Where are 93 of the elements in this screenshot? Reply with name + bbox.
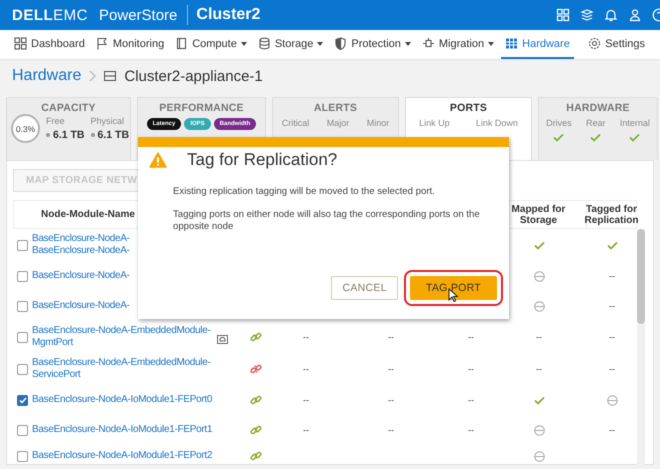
nav-tab[interactable]: Compute — [171, 30, 251, 59]
column-header: Tagged for Replication — [584, 204, 638, 226]
stat-label: Physical — [90, 116, 126, 126]
stack-icon[interactable] — [580, 8, 594, 22]
settings-icon — [588, 37, 602, 50]
brand-logo: DELLEMC — [12, 6, 88, 24]
card-title: CAPACITY — [41, 102, 96, 114]
stat-value: 6.1 TB — [98, 129, 130, 141]
database-icon — [258, 37, 271, 50]
grid-icon[interactable] — [556, 8, 570, 22]
table-cell: -- — [468, 332, 474, 342]
card-title: HARDWARE — [566, 102, 630, 114]
card-title: PERFORMANCE — [159, 102, 244, 114]
appliance-icon — [104, 71, 116, 81]
row-checkbox[interactable] — [17, 240, 28, 250]
card-title: ALERTS — [314, 102, 358, 114]
table-cell: -- — [609, 364, 615, 374]
row-checkbox[interactable] — [17, 394, 28, 406]
nav-tab[interactable]: Monitoring — [92, 30, 168, 59]
product-name: PowerStore — [99, 6, 178, 24]
page-title: Cluster2-appliance-1 — [124, 68, 263, 84]
nav-tab[interactable]: Storage — [254, 30, 328, 59]
row-checkbox[interactable] — [17, 424, 28, 436]
table-cell: -- — [609, 332, 615, 342]
table-cell: -- — [303, 425, 309, 435]
table-cell: -- — [468, 395, 474, 405]
bell-icon[interactable] — [604, 8, 618, 22]
port-name-link[interactable]: BaseEnclosure-NodeA-EmbeddedModule- MgmtPort — [32, 325, 210, 349]
row-checkbox[interactable] — [17, 450, 28, 462]
legend-dot — [46, 133, 50, 137]
nav-tab[interactable]: Protection — [330, 30, 415, 59]
status-label: Drives — [546, 118, 572, 128]
port-name-link[interactable]: BaseEnclosure-NodeA-IoModule1-FEPort2 — [32, 450, 212, 462]
metric-label: Minor — [366, 118, 390, 128]
table-cell: -- — [609, 425, 615, 435]
cancel-button[interactable]: CANCEL — [331, 276, 398, 300]
status-label: Rear — [586, 118, 606, 128]
breadcrumb-link[interactable]: Hardware — [12, 67, 82, 85]
table-cell: -- — [609, 301, 615, 311]
metric-label: Link Up — [419, 118, 450, 128]
nav-tab[interactable]: Migration — [418, 30, 498, 59]
scrollbar[interactable] — [637, 229, 645, 467]
stat-label: Free — [46, 116, 66, 126]
stat-value: 6.1 TB — [53, 129, 85, 141]
nav-tab[interactable]: Hardware — [501, 30, 574, 59]
cluster-name: Cluster2 — [196, 6, 260, 24]
summary-card[interactable]: CAPACITY 0.3% Free 6.1 TB Physical 6.1 TB — [6, 97, 131, 160]
grid-icon — [14, 37, 27, 50]
shield-icon — [334, 37, 348, 50]
port-name-link[interactable]: BaseEnclosure-NodeA- — [32, 270, 130, 282]
table-cell: -- — [388, 332, 394, 342]
summary-card[interactable]: HARDWARE Drives Rear Internal — [538, 97, 658, 160]
port-name-link[interactable]: BaseEnclosure-NodeA-EmbeddedModule- ServicePort — [32, 357, 210, 381]
help-icon[interactable] — [652, 8, 660, 22]
flag-icon — [96, 37, 109, 50]
table-cell: -- — [388, 425, 394, 435]
capacity-donut: 0.3% — [11, 114, 40, 143]
nav-tab[interactable]: Dashboard — [10, 30, 89, 59]
warning-icon — [149, 152, 167, 168]
column-header: Node-Module-Name — [41, 209, 135, 220]
metric-label: Critical — [282, 118, 310, 128]
table-cell: -- — [303, 395, 309, 405]
table-cell: -- — [536, 364, 542, 374]
row-checkbox[interactable] — [17, 300, 28, 312]
table-cell: -- — [303, 332, 309, 342]
port-name-link[interactable]: BaseEnclosure-NodeA-IoModule1-FEPort1 — [32, 424, 212, 436]
port-name-link[interactable]: BaseEnclosure-NodeA- BaseEnclosure-NodeA- — [32, 233, 130, 257]
dialog-message: Existing replication tagging will be moved to the selected port. — [173, 186, 436, 198]
table-cell: -- — [303, 364, 309, 374]
metric-label: Major — [326, 118, 350, 128]
status-label: Internal — [620, 118, 650, 128]
table-icon — [505, 37, 518, 50]
table-cell: -- — [388, 395, 394, 405]
card-title: PORTS — [450, 102, 488, 114]
row-checkbox[interactable] — [17, 364, 28, 374]
settings-link[interactable]: Settings — [584, 30, 649, 59]
row-checkbox[interactable] — [17, 332, 28, 342]
port-name-link[interactable]: BaseEnclosure-NodeA-IoModule1-FEPort0 — [32, 394, 212, 406]
table-cell: -- — [468, 425, 474, 435]
panel-icon — [175, 37, 188, 50]
table-cell: -- — [388, 364, 394, 374]
legend-dot — [90, 133, 95, 137]
row-checkbox[interactable] — [17, 270, 28, 282]
table-cell: -- — [468, 364, 474, 374]
port-name-link[interactable]: BaseEnclosure-NodeA- — [32, 300, 130, 312]
column-header: Mapped for Storage — [510, 204, 566, 226]
plug-icon — [422, 37, 435, 50]
table-cell: -- — [609, 271, 615, 281]
chevron-icon — [89, 70, 96, 82]
dialog-message: Tagging ports on either node will also tag the corresponding ports on the opposite node — [173, 209, 481, 233]
user-icon[interactable] — [628, 8, 642, 22]
table-cell: -- — [536, 332, 542, 342]
metric-label: Link Down — [476, 118, 518, 128]
